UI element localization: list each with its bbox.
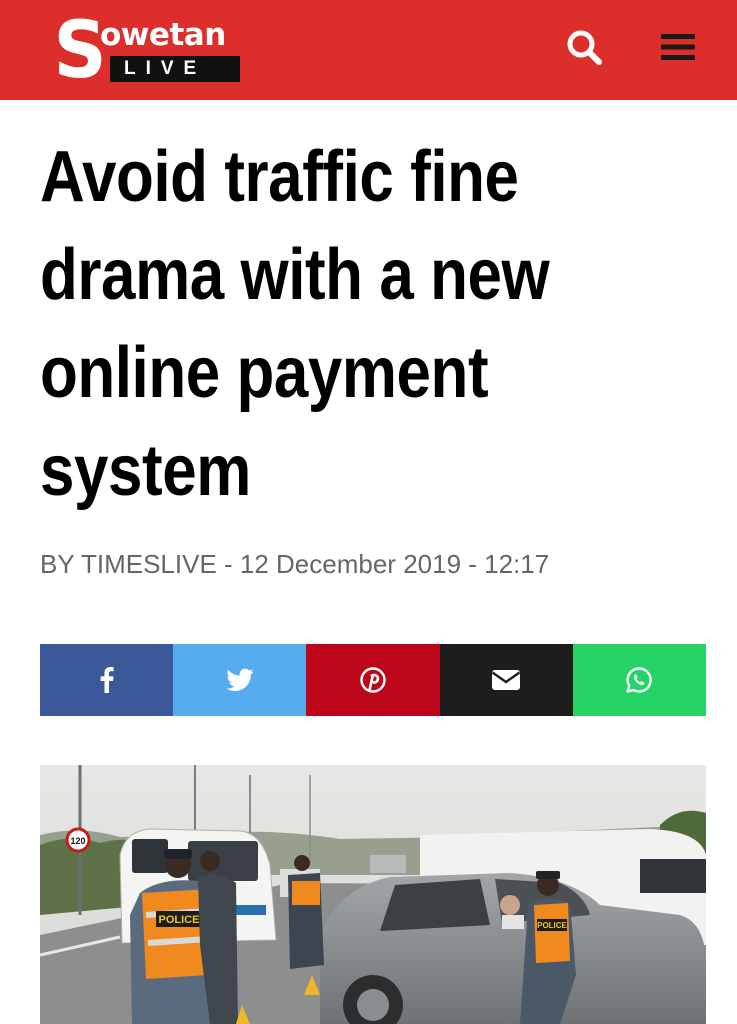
article-byline: BY TIMESLIVE - 12 December 2019 - 12:17: [40, 549, 550, 579]
headline-line: Avoid traffic fine: [40, 137, 519, 217]
logo-live-badge: LIVE: [110, 56, 240, 82]
share-facebook-button[interactable]: [40, 644, 174, 716]
article-headline: Avoid traffic fine drama with a new onli…: [40, 128, 711, 520]
headline-line: drama with a new: [40, 235, 550, 315]
hamburger-menu-icon: [661, 34, 695, 60]
search-button[interactable]: [562, 25, 606, 69]
police-vest-label: POLICE: [537, 921, 567, 930]
headline-line: online payment: [40, 333, 489, 413]
sowetan-live-logo[interactable]: S owetan LIVE: [52, 12, 244, 90]
share-twitter-button[interactable]: [173, 644, 307, 716]
article-hero-image: 120 POLICE POLICE: [40, 765, 706, 1024]
twitter-icon: [226, 668, 254, 692]
search-icon: [567, 30, 602, 65]
envelope-icon: [492, 670, 521, 690]
whatsapp-icon: [626, 667, 653, 693]
share-pinterest-button[interactable]: [306, 644, 440, 716]
headline-line: system: [40, 431, 251, 511]
facebook-icon: [100, 667, 114, 693]
menu-button[interactable]: [656, 25, 700, 69]
speed-sign-label: 120: [70, 836, 85, 846]
roadblock-photo: 120 POLICE POLICE: [40, 765, 706, 1024]
site-header: S owetan LIVE: [0, 0, 737, 100]
share-email-button[interactable]: [439, 644, 573, 716]
share-whatsapp-button[interactable]: [572, 644, 707, 716]
police-vest-label: POLICE: [159, 914, 200, 926]
pinterest-icon: [360, 667, 386, 693]
logo-letter: S: [53, 6, 106, 96]
share-bar: [40, 644, 707, 716]
logo-word: owetan: [100, 17, 226, 53]
